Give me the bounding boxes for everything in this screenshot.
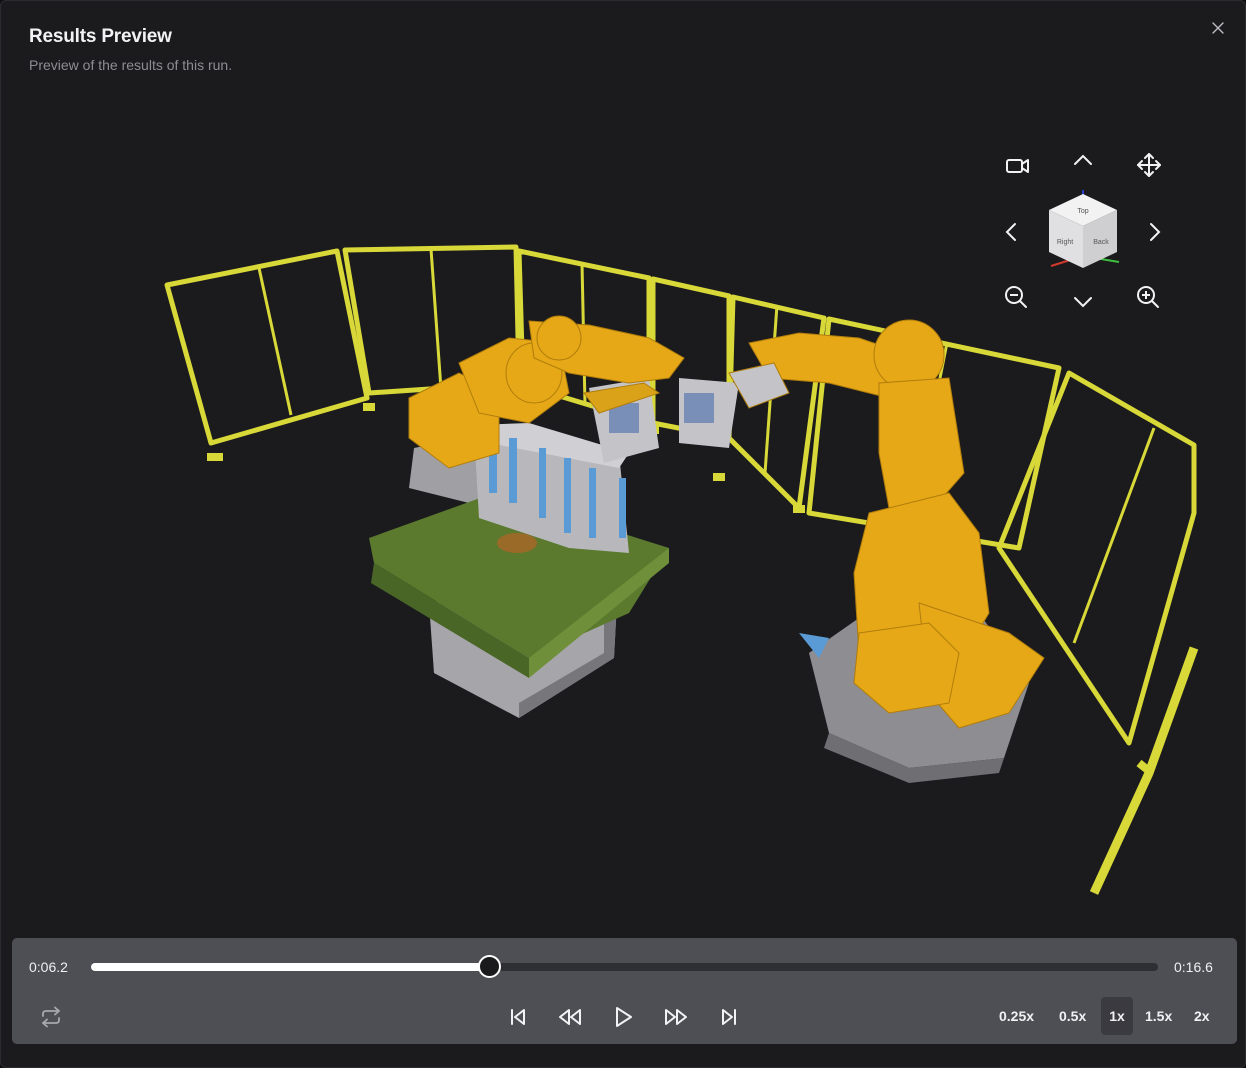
- pan-up-button[interactable]: [1068, 147, 1098, 173]
- play-button[interactable]: [606, 1002, 640, 1032]
- chevron-up-icon: [1074, 154, 1092, 165]
- playback-bar: 0:06.2 0:16.6 0.25x 0.5x 1x 1.5x 2x: [12, 938, 1237, 1044]
- current-time: 0:06.2: [29, 959, 68, 975]
- timeline-track[interactable]: [91, 963, 1158, 971]
- rotate-right-button[interactable]: [1143, 217, 1167, 247]
- close-button[interactable]: [1207, 17, 1229, 39]
- speed-1x[interactable]: 1x: [1101, 997, 1133, 1035]
- skip-to-end-button[interactable]: [712, 1002, 746, 1032]
- cube-back-label: Back: [1093, 239, 1109, 246]
- move-icon: [1137, 153, 1161, 177]
- chevron-left-icon: [1005, 223, 1016, 241]
- fast-forward-button[interactable]: [659, 1002, 693, 1032]
- cube-right-label: Right: [1057, 239, 1073, 246]
- rewind-icon: [559, 1009, 581, 1025]
- zoom-out-button[interactable]: [1001, 282, 1031, 312]
- camera-button[interactable]: [1001, 151, 1035, 181]
- repeat-icon: [42, 1006, 60, 1028]
- fast-forward-icon: [665, 1009, 687, 1025]
- skip-forward-icon: [722, 1009, 736, 1025]
- chevron-right-icon: [1150, 223, 1161, 241]
- speed-0.25x[interactable]: 0.25x: [992, 997, 1041, 1035]
- move-button[interactable]: [1133, 149, 1165, 181]
- timeline-progress: [91, 963, 489, 971]
- cube-top-label: Top: [1077, 208, 1088, 215]
- loop-button[interactable]: [34, 1002, 68, 1032]
- view-cube[interactable]: Top Right Back: [1033, 186, 1133, 276]
- speed-0.5x[interactable]: 0.5x: [1052, 997, 1093, 1035]
- speed-1.5x[interactable]: 1.5x: [1138, 997, 1179, 1035]
- view-cube-icon: Top Right Back: [1049, 190, 1120, 268]
- chevron-down-icon: [1074, 297, 1092, 308]
- zoom-in-icon: [1137, 286, 1159, 308]
- timeline-scrubber[interactable]: [477, 955, 501, 978]
- robot-right: [728, 319, 1045, 729]
- skip-to-start-button[interactable]: [501, 1002, 535, 1032]
- pan-down-button[interactable]: [1068, 289, 1098, 315]
- close-icon: [1212, 22, 1224, 34]
- dialog-title: Results Preview: [29, 26, 172, 47]
- camera-icon: [1006, 159, 1029, 173]
- rewind-button[interactable]: [553, 1002, 587, 1032]
- zoom-in-button[interactable]: [1133, 282, 1163, 312]
- total-time: 0:16.6: [1174, 959, 1213, 975]
- safety-fence: [164, 244, 1199, 895]
- speed-2x[interactable]: 2x: [1187, 997, 1217, 1035]
- results-preview-dialog: Results Preview Preview of the results o…: [0, 0, 1246, 1068]
- 3d-viewport[interactable]: Top Right Back: [29, 93, 1219, 928]
- play-icon: [616, 1007, 632, 1027]
- zoom-out-icon: [1005, 286, 1027, 308]
- rotate-left-button[interactable]: [999, 217, 1023, 247]
- dialog-subtitle: Preview of the results of this run.: [29, 57, 233, 73]
- skip-back-icon: [511, 1009, 525, 1025]
